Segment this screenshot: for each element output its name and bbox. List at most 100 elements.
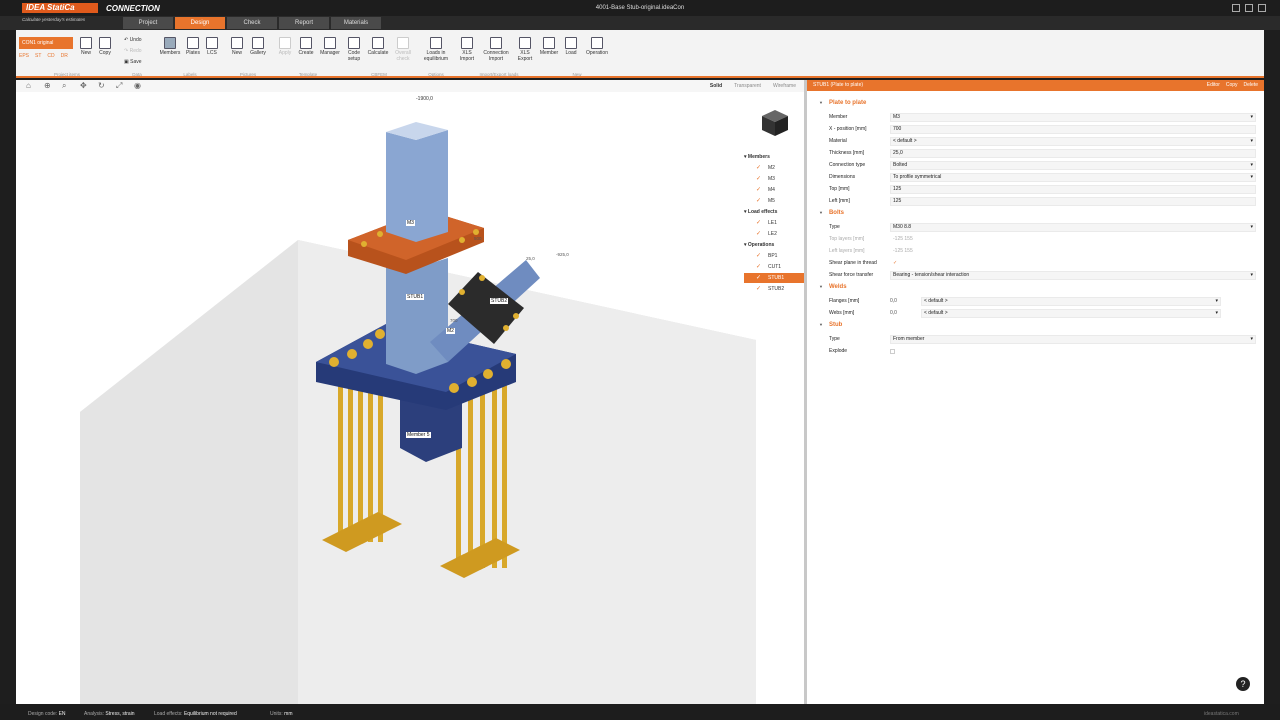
tree-loads-header[interactable]: ▾ Load effects (744, 207, 804, 217)
save-button[interactable]: ▣ Save (124, 59, 142, 65)
editor-button[interactable]: Editor (1207, 80, 1220, 91)
tree-item-m4[interactable]: ✓ M4 (744, 185, 804, 195)
st-button[interactable]: ST (35, 53, 41, 59)
thickness-row: Thickness [mm] 25,0 (829, 148, 1259, 159)
section-welds[interactable]: Welds (819, 284, 847, 290)
check-icon[interactable]: ✓ (756, 273, 761, 283)
member-select[interactable]: M3 (890, 113, 1256, 122)
members-labels-button[interactable]: Members (158, 37, 182, 56)
new-load-button[interactable]: Load (562, 37, 580, 56)
connection-import-button[interactable]: Connection Import (478, 37, 514, 62)
group-label: Project items (53, 72, 80, 77)
shear-plane-checkbox[interactable]: ✓ (890, 259, 1256, 268)
xls-export-button[interactable]: XLS Export (516, 37, 534, 62)
webs-select[interactable]: < default > (921, 309, 1221, 318)
solid-mode-button[interactable]: Solid (710, 83, 722, 89)
flanges-select[interactable]: < default > (921, 297, 1221, 306)
x-position-input[interactable]: 700 (890, 125, 1256, 134)
copy-connection-button[interactable]: Copy (96, 37, 114, 56)
tree-item-stub1[interactable]: ✓ STUB1 (744, 273, 804, 283)
calculate-button[interactable]: Calculate (366, 37, 390, 56)
flanges-size[interactable]: 0,0 (890, 296, 897, 307)
fit-icon[interactable]: ⤢ (116, 82, 124, 90)
webs-size[interactable]: 0,0 (890, 308, 897, 319)
tree-operations-header[interactable]: ▾ Operations (744, 240, 804, 250)
code-setup-button[interactable]: Code setup (344, 37, 364, 62)
home-icon[interactable]: ⌂ (26, 82, 34, 90)
navigation-cube[interactable] (760, 108, 790, 138)
delete-button[interactable]: Delete (1244, 80, 1258, 91)
minimize-icon[interactable] (1232, 4, 1240, 12)
pan-icon[interactable]: ✥ (80, 82, 88, 90)
check-icon[interactable]: ✓ (756, 174, 761, 184)
tree-members-header[interactable]: ▾ Members (744, 152, 804, 162)
maximize-icon[interactable] (1245, 4, 1253, 12)
tree-item-m5[interactable]: ✓ M5 (744, 196, 804, 206)
shear-force-select[interactable]: Bearing - tension/shear interaction (890, 271, 1256, 280)
template-manager-button[interactable]: Manager (318, 37, 342, 56)
material-select[interactable]: < default > (890, 137, 1256, 146)
tree-item-m3[interactable]: ✓ M3 (744, 174, 804, 184)
rotate-icon[interactable]: ↻ (98, 82, 106, 90)
connection-selector[interactable]: CON1 original (19, 37, 73, 49)
tab-project[interactable]: Project (123, 17, 173, 29)
section-stub[interactable]: Stub (819, 322, 842, 328)
tree-item-le2[interactable]: ✓ LE2 (744, 229, 804, 239)
apply-template-button[interactable]: Apply (276, 37, 294, 56)
check-icon[interactable]: ✓ (756, 284, 761, 294)
tree-item-cut1[interactable]: ✓ CUT1 (744, 262, 804, 272)
check-icon[interactable]: ✓ (756, 262, 761, 272)
help-icon[interactable]: ? (1236, 677, 1250, 691)
connection-type-select[interactable]: Bolted (890, 161, 1256, 170)
top-input[interactable]: 125 (890, 185, 1256, 194)
tab-materials[interactable]: Materials (331, 17, 381, 29)
zoom-icon[interactable]: ⌕ (62, 82, 70, 90)
xls-import-button[interactable]: XLS Import (458, 37, 476, 62)
close-icon[interactable] (1258, 4, 1266, 12)
tree-item-stub2[interactable]: ✓ STUB2 (744, 284, 804, 294)
check-icon[interactable]: ✓ (756, 185, 761, 195)
check-icon[interactable]: ✓ (756, 229, 761, 239)
overall-check-button[interactable]: Overall check (392, 37, 414, 62)
label-member5: Member 5 (406, 432, 431, 438)
cd-button[interactable]: CD (47, 53, 54, 59)
plates-labels-button[interactable]: Plates (184, 37, 202, 56)
redo-button[interactable]: ↷ Redo (124, 48, 142, 54)
3d-viewport[interactable]: ⌂ ⊕ ⌕ ✥ ↻ ⤢ ◉ Solid Transparent Wirefram… (16, 80, 804, 704)
section-bolts[interactable]: Bolts (819, 210, 844, 216)
new-connection-button[interactable]: New (78, 37, 94, 56)
undo-button[interactable]: ↶ Undo (124, 37, 142, 43)
check-icon[interactable]: ✓ (756, 251, 761, 261)
copy-button[interactable]: Copy (1226, 80, 1238, 91)
tab-design[interactable]: Design (175, 17, 225, 29)
left-input[interactable]: 125 (890, 197, 1256, 206)
check-icon[interactable]: ✓ (756, 196, 761, 206)
check-icon[interactable]: ✓ (756, 218, 761, 228)
stub-type-select[interactable]: From member (890, 335, 1256, 344)
tab-check[interactable]: Check (227, 17, 277, 29)
wireframe-mode-button[interactable]: Wireframe (773, 83, 796, 89)
picture-icon[interactable]: ◉ (134, 82, 142, 90)
dimensions-select[interactable]: To profile symmetrical (890, 173, 1256, 182)
bolt-type-select[interactable]: M30 8.8 (890, 223, 1256, 232)
new-operation-button[interactable]: Operation (582, 37, 612, 56)
dr-button[interactable]: DR (61, 53, 68, 59)
eps-button[interactable]: EPS (19, 53, 29, 59)
section-plate-to-plate[interactable]: Plate to plate (819, 100, 866, 106)
tab-report[interactable]: Report (279, 17, 329, 29)
lcs-button[interactable]: LCS (204, 37, 220, 56)
tree-item-m2[interactable]: ✓ M2 (744, 163, 804, 173)
loads-in-equilibrium-button[interactable]: Loads in equilibrium (418, 37, 454, 62)
zoom-window-icon[interactable]: ⊕ (44, 82, 52, 90)
explode-checkbox[interactable] (890, 349, 895, 354)
gallery-button[interactable]: Gallery (248, 37, 268, 56)
tree-item-bp1[interactable]: ✓ BP1 (744, 251, 804, 261)
tree-item-le1[interactable]: ✓ LE1 (744, 218, 804, 228)
new-member-button[interactable]: Member (538, 37, 560, 56)
create-template-button[interactable]: Create (296, 37, 316, 56)
thickness-input[interactable]: 25,0 (890, 149, 1256, 158)
check-icon[interactable]: ✓ (756, 163, 761, 173)
viewport-toolbar: ⌂ ⊕ ⌕ ✥ ↻ ⤢ ◉ Solid Transparent Wirefram… (16, 80, 804, 92)
new-picture-button[interactable]: New (228, 37, 246, 56)
transparent-mode-button[interactable]: Transparent (734, 83, 761, 89)
